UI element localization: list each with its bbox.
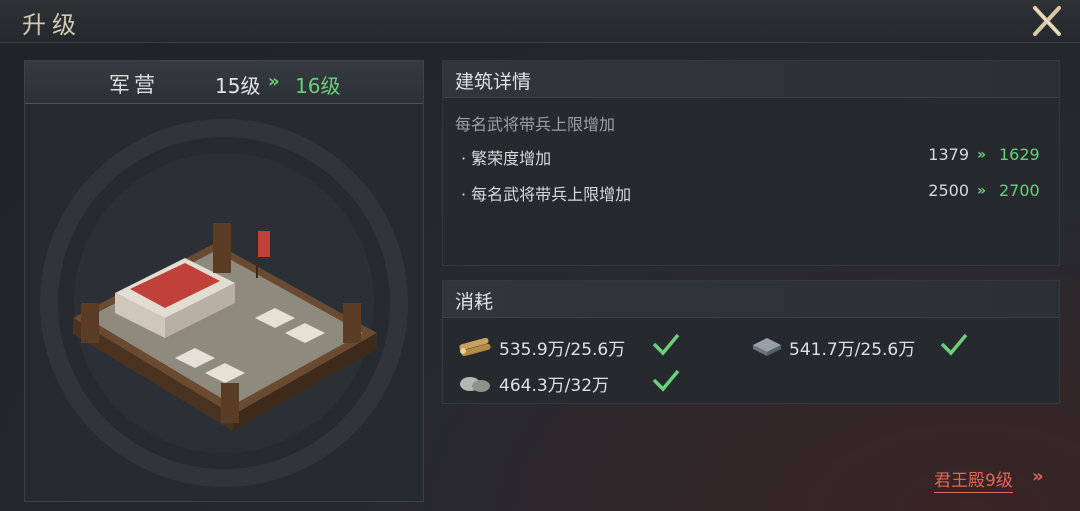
building-header: 军营 15级 » 16级 — [25, 61, 423, 104]
detail-row-to: 2700 — [999, 181, 1040, 200]
detail-row-from: 2500 — [928, 181, 969, 200]
cost-header: 消耗 — [443, 281, 1059, 318]
stone-cost: 464.3万/32万 — [499, 376, 610, 396]
check-icon — [652, 333, 680, 356]
detail-row-label: · 每名武将带兵上限增加 — [461, 185, 632, 204]
wood-cost: 535.9万/25.6万 — [499, 340, 626, 360]
detail-row-arrow-icon: » — [977, 183, 987, 199]
details-description: 每名武将带兵上限增加 — [455, 115, 616, 134]
detail-row-to: 1629 — [999, 145, 1040, 164]
cost-panel: 消耗 535.9万/25.6万 541.7万/25.6万 464.3万/32万 — [442, 280, 1060, 404]
level-arrow-icon: » — [268, 71, 280, 92]
top-bar: 升级 — [0, 0, 1080, 43]
check-icon — [940, 333, 968, 356]
cost-title: 消耗 — [455, 291, 494, 313]
barracks-image — [40, 119, 408, 487]
details-header: 建筑详情 — [443, 61, 1059, 98]
window-title: 升级 — [22, 11, 82, 39]
building-details-panel: 建筑详情 每名武将带兵上限增加 · 繁荣度增加 1379 » 1629 · 每名… — [442, 60, 1060, 266]
check-icon — [652, 369, 680, 392]
requirement-arrow-icon[interactable]: » — [1032, 466, 1044, 487]
detail-row-arrow-icon: » — [977, 147, 987, 163]
next-level: 16级 — [295, 74, 341, 98]
detail-row-from: 1379 — [928, 145, 969, 164]
requirement-link[interactable]: 君王殿9级 — [934, 466, 1013, 493]
wood-icon — [459, 337, 491, 357]
iron-cost: 541.7万/25.6万 — [789, 340, 916, 360]
building-name: 军营 — [109, 73, 159, 97]
current-level: 15级 — [215, 74, 261, 98]
detail-row-label: · 繁荣度增加 — [461, 149, 552, 168]
close-icon[interactable] — [1030, 4, 1064, 38]
iron-icon — [753, 338, 781, 356]
stone-icon — [460, 377, 490, 392]
details-title: 建筑详情 — [455, 71, 532, 93]
building-panel: 军营 15级 » 16级 — [24, 60, 424, 502]
